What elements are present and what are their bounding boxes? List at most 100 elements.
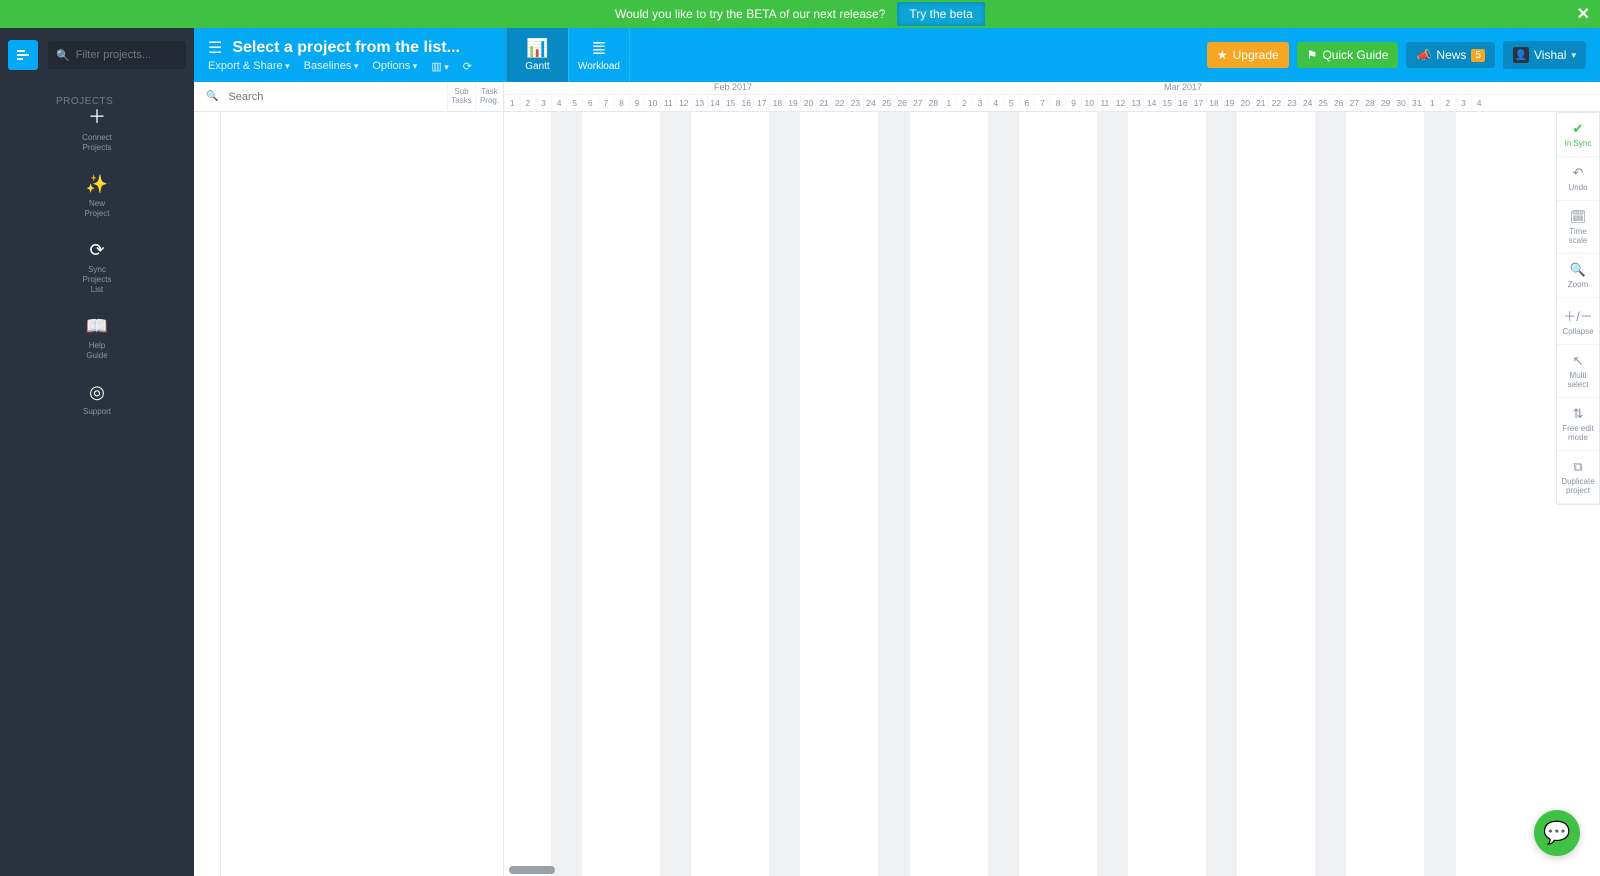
- timeline-day: 8: [613, 95, 629, 111]
- quick-guide-button[interactable]: ⚑Quick Guide: [1297, 42, 1399, 68]
- timeline-month-label: Feb 2017: [714, 82, 752, 92]
- sync-status[interactable]: ✔In Sync: [1557, 113, 1599, 157]
- timeline-day: 3: [972, 95, 988, 111]
- tab-gantt[interactable]: 📊 Gantt: [506, 28, 568, 82]
- sidebar-item-label: Support: [74, 407, 120, 417]
- sidebar-item-help-guide[interactable]: 📖 Help Guide: [74, 302, 120, 368]
- timeline-day: 17: [754, 95, 770, 111]
- lifesaver-icon: ◎: [74, 382, 120, 403]
- app-logo[interactable]: [8, 40, 38, 70]
- timeline-day: 25: [1315, 95, 1331, 111]
- beta-banner: Would you like to try the BETA of our ne…: [0, 0, 1600, 28]
- grid-body: ✔In Sync ↶Undo 🗓Time scale 🔍Zoom ＋/－Coll…: [194, 112, 1600, 876]
- projects-heading: PROJECTS: [56, 96, 194, 107]
- horizontal-scrollbar-thumb[interactable]: [509, 866, 555, 874]
- weekend-stripe: [1424, 112, 1455, 876]
- timeline-month-label: Mar 2017: [1164, 82, 1202, 92]
- sidebar-item-new-project[interactable]: ✨ New Project: [74, 160, 120, 226]
- duplicate-project-button[interactable]: ⧉Duplicate project: [1557, 451, 1599, 504]
- timeline-day: 25: [878, 95, 894, 111]
- timeline-day: 26: [894, 95, 910, 111]
- task-list-pane[interactable]: [194, 112, 504, 876]
- col-task-progress[interactable]: TaskProg.: [475, 82, 503, 112]
- copy-icon: ⧉: [1559, 459, 1597, 475]
- options-menu[interactable]: Options: [372, 60, 417, 73]
- news-button[interactable]: 📣News5: [1406, 42, 1495, 68]
- multi-select-button[interactable]: ↖Multi select: [1557, 345, 1599, 398]
- menu-icon[interactable]: ☰: [208, 38, 222, 58]
- tab-label: Workload: [578, 61, 620, 72]
- timeline-day: 30: [1393, 95, 1409, 111]
- columns-menu[interactable]: ▥: [431, 60, 448, 73]
- timeline-day: 21: [1253, 95, 1269, 111]
- sidebar: 🔍 PROJECTS ＋ Connect Projects ✨ New Proj…: [0, 28, 194, 876]
- timeline-day: 27: [1346, 95, 1362, 111]
- timeline-day: 1: [1424, 95, 1440, 111]
- timeline-day: 10: [1081, 95, 1097, 111]
- filter-projects-input[interactable]: [76, 49, 178, 61]
- search-icon: 🔍: [56, 49, 70, 62]
- zoom-button[interactable]: 🔍Zoom: [1557, 254, 1599, 298]
- weekend-stripe: [551, 112, 582, 876]
- upgrade-button[interactable]: ★Upgrade: [1207, 42, 1289, 68]
- timeline-day: 7: [598, 95, 614, 111]
- timeline-day: 28: [1362, 95, 1378, 111]
- timeline-day: 15: [1159, 95, 1175, 111]
- baselines-menu[interactable]: Baselines: [304, 60, 359, 73]
- timeline-day: 27: [909, 95, 925, 111]
- zoom-icon: 🔍: [1559, 262, 1597, 278]
- timeline-day: 24: [863, 95, 879, 111]
- check-circle-icon: ✔: [1559, 121, 1597, 137]
- timeline-day: 22: [831, 95, 847, 111]
- timeline-day: 9: [1065, 95, 1081, 111]
- timeline-day: 3: [535, 95, 551, 111]
- try-beta-button[interactable]: Try the beta: [897, 2, 985, 26]
- timeline-day: 10: [644, 95, 660, 111]
- undo-button[interactable]: ↶Undo: [1557, 157, 1599, 201]
- timeline-day: 12: [1112, 95, 1128, 111]
- timeline-day: 24: [1299, 95, 1315, 111]
- cursor-icon: ↖: [1559, 353, 1597, 369]
- gantt-logo-icon: [15, 47, 31, 63]
- updown-icon: ⇅: [1559, 406, 1597, 422]
- free-edit-button[interactable]: ⇅Free edit mode: [1557, 398, 1599, 451]
- chat-fab[interactable]: 💬: [1534, 810, 1580, 856]
- calendar-icon: 🗓: [1559, 209, 1597, 225]
- timeline-day: 21: [816, 95, 832, 111]
- timeline-day: 16: [1175, 95, 1191, 111]
- collapse-button[interactable]: ＋/－Collapse: [1557, 298, 1599, 345]
- main-area: ☰ Select a project from the list... Expo…: [194, 28, 1600, 876]
- timeline-day: 19: [1221, 95, 1237, 111]
- timeline-day: 7: [1034, 95, 1050, 111]
- wand-icon: ✨: [74, 174, 120, 195]
- timeline-day: 20: [800, 95, 816, 111]
- sidebar-item-support[interactable]: ◎ Support: [74, 368, 120, 425]
- refresh-icon[interactable]: ⟳: [463, 60, 472, 73]
- timeline-day: 23: [1284, 95, 1300, 111]
- search-icon: 🔍: [206, 91, 218, 102]
- news-badge: 5: [1471, 49, 1485, 62]
- collapse-icon: ＋/－: [1559, 306, 1597, 325]
- task-search-input[interactable]: [228, 91, 447, 103]
- timeline-day: 14: [1143, 95, 1159, 111]
- sidebar-item-label: Sync Projects List: [74, 265, 120, 294]
- filter-projects-input-wrap[interactable]: 🔍: [48, 41, 186, 69]
- tab-workload[interactable]: ≣ Workload: [568, 28, 630, 82]
- time-scale-button[interactable]: 🗓Time scale: [1557, 201, 1599, 254]
- timeline-day: 5: [1003, 95, 1019, 111]
- weekend-stripe: [1097, 112, 1128, 876]
- timeline-day: 2: [520, 95, 536, 111]
- weekend-stripe: [878, 112, 909, 876]
- timeline-day: 1: [504, 95, 520, 111]
- timeline-day: 2: [1440, 95, 1456, 111]
- grid-header: 🔍 SubTasks TaskProg. Feb 2017Mar 2017 12…: [194, 82, 1600, 112]
- chat-icon: 💬: [1543, 820, 1570, 846]
- close-icon[interactable]: ✕: [1577, 4, 1590, 24]
- user-menu[interactable]: 👤Vishal: [1503, 41, 1586, 69]
- timeline-day: 22: [1268, 95, 1284, 111]
- export-share-menu[interactable]: Export & Share: [208, 60, 290, 73]
- gantt-timeline[interactable]: [504, 112, 1600, 876]
- sidebar-item-sync-projects[interactable]: ⟳ Sync Projects List: [74, 226, 120, 302]
- col-sub-tasks[interactable]: SubTasks: [447, 82, 475, 112]
- megaphone-icon: 📣: [1416, 48, 1431, 62]
